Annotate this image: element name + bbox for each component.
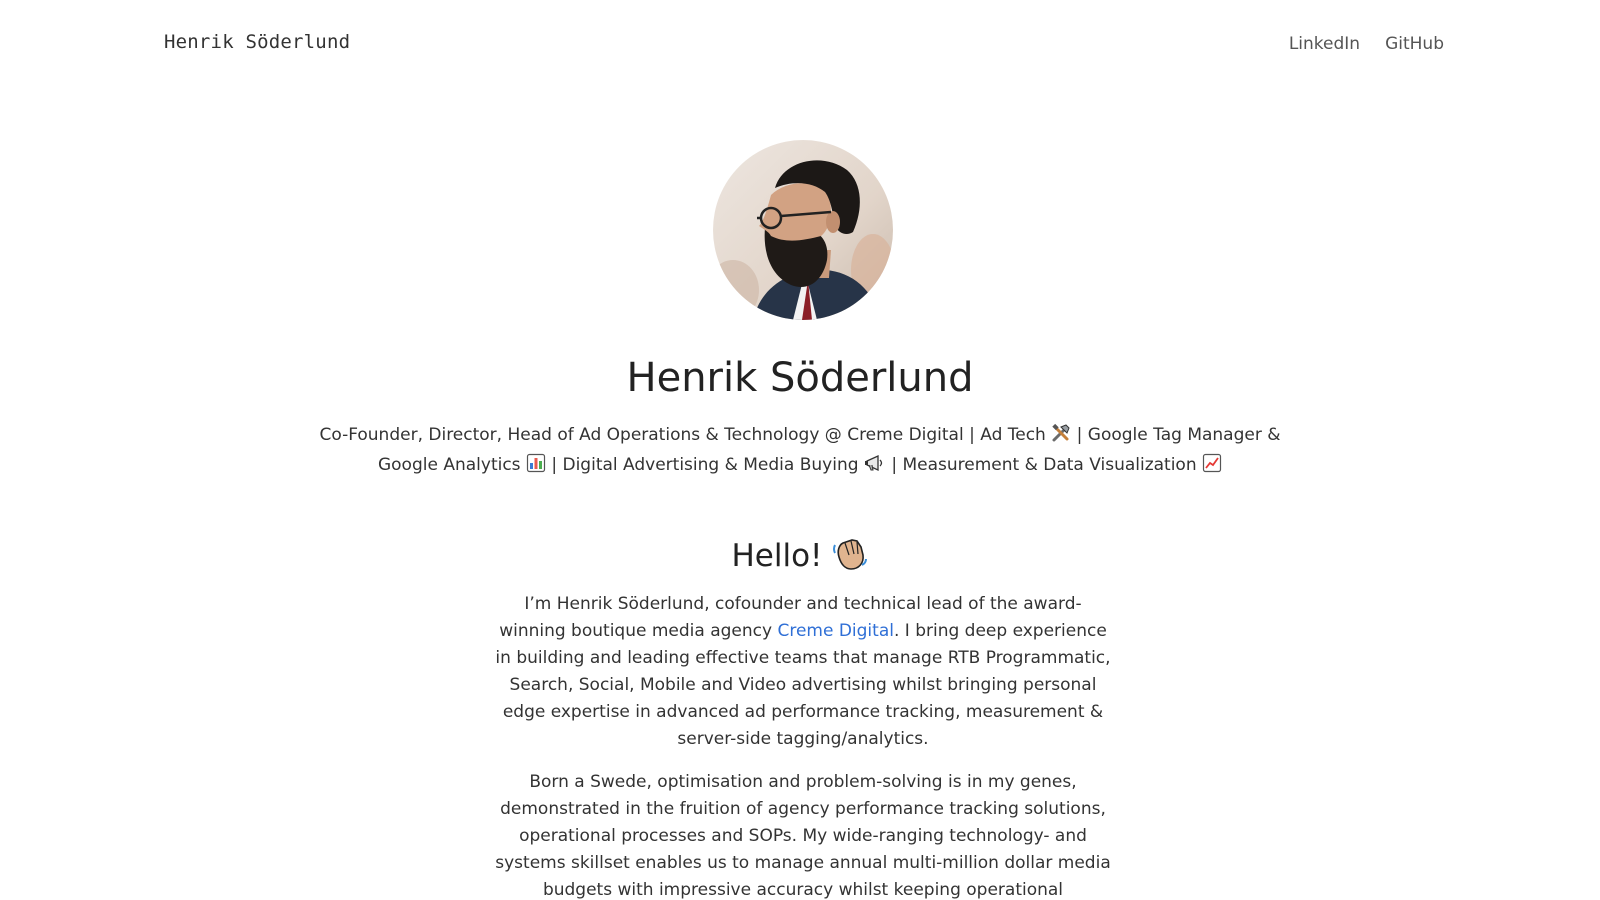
tools-icon <box>1051 423 1071 452</box>
tagline-part-4: | Measurement & Data Visualization <box>891 455 1197 475</box>
nav-link-linkedin[interactable]: LinkedIn <box>1289 34 1360 54</box>
intro-heading-text: Hello! <box>731 538 823 574</box>
site-brand-link[interactable]: Henrik Söderlund <box>164 31 350 53</box>
site-header: Henrik Söderlund LinkedIn GitHub <box>0 0 1600 90</box>
tagline-part-1: Co-Founder, Director, Head of Ad Operati… <box>319 425 1046 445</box>
profile-tagline: Co-Founder, Director, Head of Ad Operati… <box>300 422 1300 482</box>
creme-digital-link[interactable]: Creme Digital <box>777 621 894 641</box>
nav-link-github[interactable]: GitHub <box>1385 34 1444 54</box>
tagline-part-3: | Digital Advertising & Media Buying <box>551 455 859 475</box>
chart-increasing-icon <box>1202 453 1222 482</box>
top-nav: LinkedIn GitHub <box>1289 34 1444 54</box>
waving-hand-icon <box>831 535 869 574</box>
megaphone-icon <box>864 453 886 482</box>
profile-name: Henrik Söderlund <box>626 355 974 401</box>
intro-paragraph-1: I’m Henrik Söderlund, cofounder and tech… <box>493 591 1113 753</box>
avatar <box>713 140 893 320</box>
portrait-image <box>713 140 893 320</box>
intro-heading: Hello! <box>0 535 1600 574</box>
intro-paragraph-2: Born a Swede, optimisation and problem-s… <box>495 772 1111 900</box>
bar-chart-icon <box>526 453 546 482</box>
